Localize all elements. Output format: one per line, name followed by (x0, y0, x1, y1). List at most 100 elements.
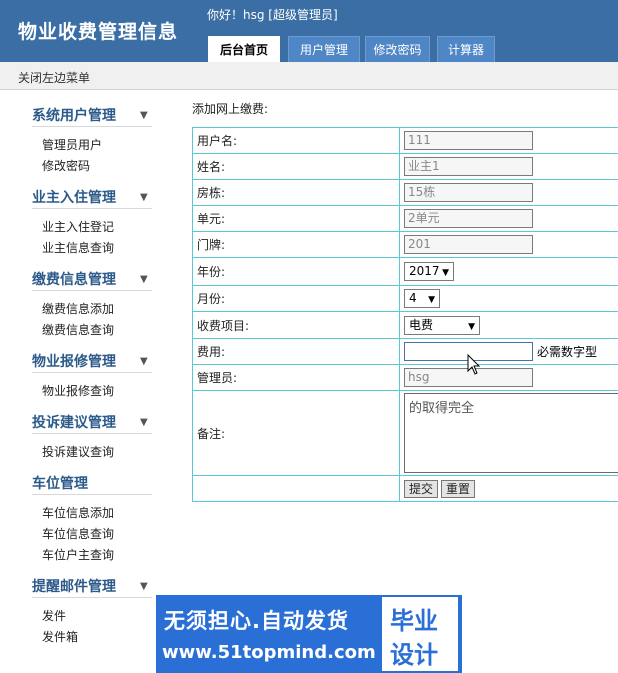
watermark-text: 无须担心.自动发货 (164, 609, 349, 633)
month-select[interactable]: 4 ▼ (404, 289, 440, 308)
sidebar-item-send-mail[interactable]: 发件 (42, 607, 66, 624)
sidebar-item-parking-query[interactable]: 车位信息查询 (42, 525, 114, 542)
submit-button[interactable]: 提交 (404, 479, 439, 498)
tab-user-management[interactable]: 用户管理 (288, 36, 360, 62)
form-row: 月份: 4 ▼ (192, 285, 618, 312)
username-input[interactable]: 111 (404, 131, 533, 150)
user-greeting: 你好！hsg [超级管理员] (207, 8, 338, 22)
field-cell: 提交 重置 (399, 475, 618, 502)
field-label: 单元: (192, 205, 400, 232)
field-cell: hsg (399, 364, 618, 391)
sidebar-item-outbox[interactable]: 发件箱 (42, 628, 78, 645)
chevron-down-icon[interactable]: ▼ (140, 356, 148, 367)
dropdown-arrow-icon: ▼ (468, 321, 475, 332)
field-label: 年份: (192, 257, 400, 286)
charge-item-select[interactable]: 电费 ▼ (404, 315, 480, 335)
form-row: 提交 重置 (192, 475, 618, 502)
name-input[interactable]: 业主1 (404, 157, 533, 176)
dropdown-arrow-icon: ▼ (428, 295, 435, 305)
field-label: 费用: (192, 338, 400, 365)
divider (32, 208, 152, 209)
field-cell: 业主1 (399, 153, 618, 180)
divider (32, 290, 152, 291)
field-cell: 电费 ▼ (399, 311, 618, 339)
unit-input[interactable]: 2单元 (404, 209, 533, 228)
sidebar-group-owner-checkin[interactable]: 业主入住管理 (32, 187, 116, 207)
form-row: 管理员: hsg (192, 364, 618, 391)
divider (32, 433, 152, 434)
header-bar: 物业收费管理信息 你好！hsg [超级管理员] 后台首页 用户管理 修改密码 计… (0, 0, 618, 62)
year-select[interactable]: 2017 ▼ (404, 262, 454, 281)
remark-textarea[interactable]: 的取得完全 (404, 393, 618, 473)
field-label: 房栋: (192, 179, 400, 206)
field-label: 门牌: (192, 231, 400, 258)
app-title: 物业收费管理信息 (18, 21, 179, 43)
field-cell: 111 (399, 127, 618, 154)
tab-home[interactable]: 后台首页 (208, 36, 280, 62)
field-cell: 的取得完全 (399, 390, 618, 476)
sidebar-item-parking-owner-query[interactable]: 车位户主查询 (42, 546, 114, 563)
divider (32, 494, 152, 495)
month-select-value: 4 (409, 291, 417, 305)
mouse-cursor-icon (467, 354, 481, 375)
sidebar-item-owner-register[interactable]: 业主入住登记 (42, 218, 114, 235)
sidebar-group-reminder-mail[interactable]: 提醒邮件管理 (32, 576, 116, 596)
form-row: 年份: 2017 ▼ (192, 257, 618, 286)
watermark-logo-text: 毕业 (390, 607, 438, 635)
form-row: 备注: 的取得完全 (192, 390, 618, 476)
field-cell: 4 ▼ (399, 285, 618, 312)
chevron-down-icon[interactable]: ▼ (140, 581, 148, 592)
tab-calculator[interactable]: 计算器 (437, 36, 495, 62)
close-left-menu-link[interactable]: 关闭左边菜单 (18, 69, 90, 86)
sidebar-item-payment-add[interactable]: 缴费信息添加 (42, 300, 114, 317)
field-label: 管理员: (192, 364, 400, 391)
field-label: 姓名: (192, 153, 400, 180)
watermark-logo-text: 设计 (390, 641, 438, 669)
sidebar-group-repair[interactable]: 物业报修管理 (32, 351, 116, 371)
field-cell: 2单元 (399, 205, 618, 232)
chevron-down-icon[interactable]: ▼ (140, 192, 148, 203)
field-label: 收费项目: (192, 311, 400, 339)
form-row: 费用: 必需数字型 (192, 338, 618, 365)
sidebar-item-complaint-query[interactable]: 投诉建议查询 (42, 443, 114, 460)
reset-button[interactable]: 重置 (441, 479, 476, 498)
payment-form-table: 用户名: 111 姓名: 业主1 房栋: 15栋 单元: 2单元 门牌: 201… (192, 127, 618, 502)
field-label: 用户名: (192, 127, 400, 154)
field-label: 月份: (192, 285, 400, 312)
field-cell: 2017 ▼ (399, 257, 618, 286)
sidebar-item-parking-add[interactable]: 车位信息添加 (42, 504, 114, 521)
sidebar-group-parking[interactable]: 车位管理 (32, 473, 88, 493)
main-content: 添加网上缴费: 用户名: 111 姓名: 业主1 房栋: 15栋 单元: 2单元… (183, 90, 618, 673)
dropdown-arrow-icon: ▼ (442, 268, 449, 278)
divider (32, 372, 152, 373)
toolbar-strip: 关闭左边菜单 (0, 62, 618, 90)
sidebar-item-change-password[interactable]: 修改密码 (42, 157, 90, 174)
sidebar-item-owner-query[interactable]: 业主信息查询 (42, 239, 114, 256)
form-row: 单元: 2单元 (192, 205, 618, 232)
sidebar: 系统用户管理 ▼ 管理员用户 修改密码 业主入住管理 ▼ 业主入住登记 业主信息… (0, 90, 183, 673)
sidebar-group-complaint[interactable]: 投诉建议管理 (32, 412, 116, 432)
form-row: 门牌: 201 (192, 231, 618, 258)
building-input[interactable]: 15栋 (404, 183, 533, 202)
door-number-input[interactable]: 201 (404, 235, 533, 254)
divider (32, 597, 152, 598)
field-cell: 201 (399, 231, 618, 258)
chevron-down-icon[interactable]: ▼ (140, 274, 148, 285)
field-label: 备注: (192, 390, 400, 476)
form-row: 姓名: 业主1 (192, 153, 618, 180)
year-select-value: 2017 (409, 264, 440, 278)
form-row: 用户名: 111 (192, 127, 618, 154)
chevron-down-icon[interactable]: ▼ (140, 417, 148, 428)
form-caption: 添加网上缴费: (192, 102, 269, 116)
form-row: 房栋: 15栋 (192, 179, 618, 206)
divider (32, 126, 152, 127)
sidebar-group-system-users[interactable]: 系统用户管理 (32, 105, 116, 125)
sidebar-item-payment-query[interactable]: 缴费信息查询 (42, 321, 114, 338)
sidebar-item-repair-query[interactable]: 物业报修查询 (42, 382, 114, 399)
field-cell: 必需数字型 (399, 338, 618, 365)
tab-change-password[interactable]: 修改密码 (365, 36, 430, 62)
sidebar-item-admin-users[interactable]: 管理员用户 (42, 136, 102, 153)
form-row: 收费项目: 电费 ▼ (192, 311, 618, 339)
sidebar-group-payment[interactable]: 缴费信息管理 (32, 269, 116, 289)
chevron-down-icon[interactable]: ▼ (140, 110, 148, 121)
